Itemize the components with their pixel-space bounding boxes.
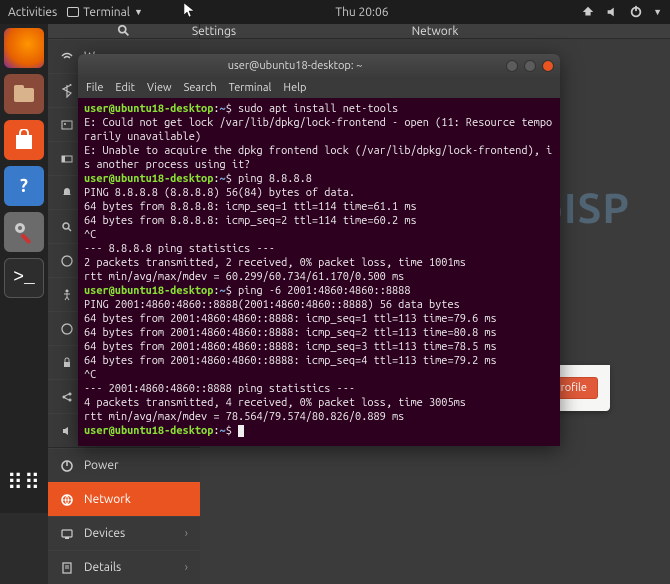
notifications-icon	[60, 186, 74, 200]
sidebar-item-details[interactable]: Details ›	[48, 550, 200, 584]
system-status-area[interactable]: ▼	[581, 5, 662, 19]
gnome-top-bar: Activities Terminal ▼ Thu 20:06 ▼	[0, 0, 670, 24]
settings-title: Settings	[164, 25, 264, 38]
launcher-settings[interactable]	[4, 212, 44, 252]
terminal-title: user@ubuntu18-desktop: ~	[84, 60, 506, 72]
menu-file[interactable]: File	[86, 82, 103, 94]
terminal-output[interactable]: user@ubuntu18-desktop:~$ sudo apt instal…	[78, 98, 560, 446]
sidebar-item-label: Devices	[84, 527, 125, 540]
sidebar-item-label: Power	[84, 459, 119, 472]
files-icon	[13, 84, 35, 104]
chevron-right-icon: ›	[185, 527, 188, 540]
terminal-titlebar[interactable]: user@ubuntu18-desktop: ~	[78, 54, 560, 78]
wifi-icon	[60, 50, 74, 64]
chevron-down-icon: ▼	[134, 7, 143, 17]
sound-icon	[60, 424, 74, 438]
sidebar-item-label: Details	[84, 561, 121, 574]
sidebar-item-label: Network	[84, 493, 131, 506]
terminal-menubar: File Edit View Search Terminal Help	[78, 78, 560, 98]
minimize-button[interactable]	[506, 60, 518, 72]
network-icon	[581, 5, 595, 19]
privacy-icon	[60, 356, 74, 370]
launcher-help[interactable]: ?	[4, 166, 44, 206]
mouse-cursor	[184, 3, 196, 19]
settings-headerbar: Settings Network	[48, 24, 670, 39]
menu-help[interactable]: Help	[283, 82, 306, 94]
bluetooth-icon	[60, 84, 74, 98]
menu-search[interactable]: Search	[184, 82, 217, 94]
launcher-files[interactable]	[4, 74, 44, 114]
dock: ? >_ ⠿⠿	[0, 24, 48, 513]
universal-icon	[60, 288, 74, 302]
app-menu-label: Terminal	[83, 6, 130, 19]
clock[interactable]: Thu 20:06	[143, 6, 581, 19]
launcher-terminal[interactable]: >_	[4, 258, 44, 298]
bag-icon	[14, 129, 34, 151]
menu-terminal[interactable]: Terminal	[229, 82, 272, 94]
share-icon	[60, 390, 74, 404]
settings-panel-title: Network	[200, 25, 670, 38]
details-icon	[60, 561, 74, 575]
chevron-right-icon: ›	[185, 561, 188, 574]
devices-icon	[60, 527, 74, 541]
app-menu[interactable]: Terminal ▼	[67, 6, 143, 19]
sidebar-item-network[interactable]: Network	[48, 482, 200, 516]
online-icon	[60, 322, 74, 336]
region-icon	[60, 254, 74, 268]
chevron-down-icon: ▼	[653, 7, 662, 17]
close-button[interactable]	[542, 60, 554, 72]
menu-edit[interactable]: Edit	[115, 82, 135, 94]
menu-view[interactable]: View	[147, 82, 172, 94]
power-icon	[60, 459, 74, 473]
volume-icon	[605, 5, 619, 19]
search-icon	[60, 220, 74, 234]
maximize-button[interactable]	[524, 60, 536, 72]
gear-wrench-icon	[11, 219, 37, 245]
launcher-software[interactable]	[4, 120, 44, 160]
network-icon	[60, 493, 74, 507]
launcher-firefox[interactable]	[4, 28, 44, 68]
power-icon	[629, 5, 643, 19]
search-icon[interactable]	[117, 24, 131, 38]
sidebar-item-devices[interactable]: Devices ›	[48, 516, 200, 550]
show-applications[interactable]: ⠿⠿	[4, 463, 44, 503]
dock-icon	[60, 152, 74, 166]
activities-button[interactable]: Activities	[8, 6, 57, 19]
background-icon	[60, 118, 74, 132]
terminal-icon	[67, 7, 79, 17]
sidebar-item-power[interactable]: Power	[48, 448, 200, 482]
terminal-window: user@ubuntu18-desktop: ~ File Edit View Sea…	[78, 54, 560, 446]
